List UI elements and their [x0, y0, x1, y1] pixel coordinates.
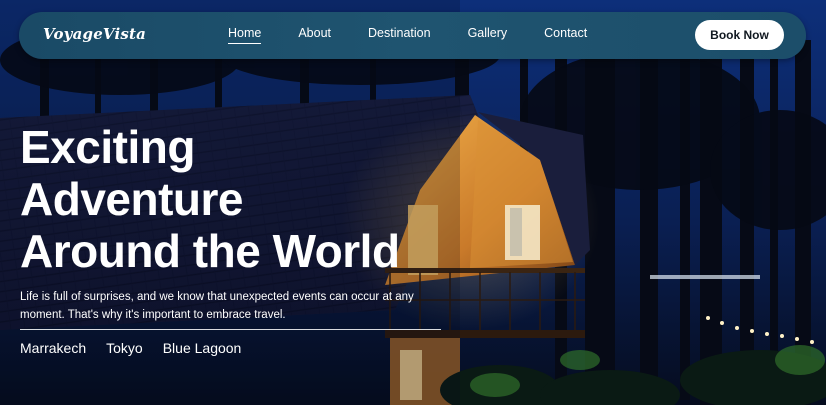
destination-list: Marrakech Tokyo Blue Lagoon [20, 340, 261, 356]
hero-section: VoyageVista Home About Destination Galle… [0, 0, 826, 405]
nav-link-about[interactable]: About [298, 26, 331, 44]
navbar: VoyageVista Home About Destination Galle… [19, 12, 806, 59]
headline-line-1: Exciting [20, 121, 195, 173]
hero-headline: Exciting Adventure Around the World [20, 121, 400, 277]
nav-link-home[interactable]: Home [228, 26, 262, 44]
nav-link-gallery[interactable]: Gallery [468, 26, 508, 44]
headline-line-3: Around the World [20, 225, 400, 277]
headline-line-2: Adventure [20, 173, 243, 225]
nav-link-destination[interactable]: Destination [368, 26, 431, 44]
destination-blue-lagoon[interactable]: Blue Lagoon [163, 340, 242, 356]
book-now-button[interactable]: Book Now [695, 20, 784, 50]
nav-link-contact[interactable]: Contact [544, 26, 587, 44]
nav-links: Home About Destination Gallery Contact [228, 26, 624, 44]
hero-tagline: Life is full of surprises, and we know t… [20, 291, 414, 321]
destination-tokyo[interactable]: Tokyo [106, 340, 143, 356]
brand-logo[interactable]: VoyageVista [43, 25, 146, 43]
destination-marrakech[interactable]: Marrakech [20, 340, 86, 356]
hero-divider [20, 329, 441, 330]
